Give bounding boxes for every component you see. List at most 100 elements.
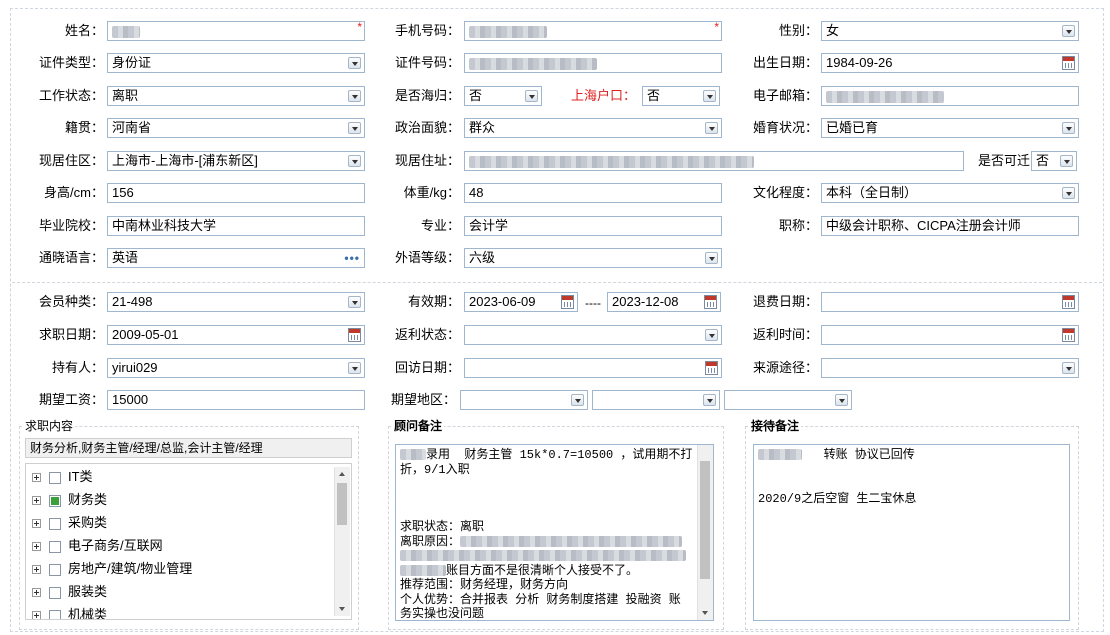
tree-node[interactable]: 机械类 — [32, 605, 107, 619]
redacted-text — [112, 25, 140, 38]
returnee-select[interactable]: 否 — [464, 86, 542, 106]
checkbox[interactable] — [49, 494, 61, 507]
expand-icon[interactable] — [32, 519, 41, 529]
workstatus-select[interactable]: 离职 — [107, 86, 365, 106]
chevron-down-icon[interactable] — [703, 394, 716, 406]
chevron-down-icon[interactable] — [348, 122, 361, 134]
reception-notes-textarea[interactable]: 转账 协议已回传 2020/9之后空窗 生二宝休息 — [753, 444, 1070, 621]
chevron-down-icon[interactable] — [703, 90, 716, 102]
region-province-select[interactable] — [460, 390, 588, 410]
weight-input[interactable]: 48 — [464, 183, 722, 203]
tree-node[interactable]: 服装类 — [32, 582, 107, 602]
scroll-up-icon[interactable] — [335, 467, 350, 481]
validity-from-input[interactable]: 2023-06-09 — [464, 292, 578, 312]
calendar-icon[interactable] — [561, 295, 574, 309]
checkbox[interactable] — [49, 563, 61, 576]
validity-to-input[interactable]: 2023-12-08 — [607, 292, 721, 312]
expand-icon[interactable] — [32, 588, 41, 598]
tree-node[interactable]: IT类 — [32, 467, 93, 487]
rebatetime-input[interactable] — [821, 325, 1079, 345]
expand-icon[interactable] — [32, 611, 41, 619]
checkbox[interactable] — [49, 586, 61, 599]
scroll-down-icon[interactable] — [335, 602, 350, 616]
chevron-down-icon[interactable] — [1062, 122, 1075, 134]
height-input[interactable]: 156 — [107, 183, 365, 203]
job-category-tree[interactable]: IT类 财务类 采购类 电子商务/互联网 房地产/建筑/物业管理 服装类 机械类 — [25, 463, 352, 620]
idno-input[interactable] — [464, 53, 722, 73]
chevron-down-icon[interactable] — [348, 296, 361, 308]
chevron-down-icon[interactable] — [348, 362, 361, 374]
calendar-icon[interactable] — [1062, 295, 1075, 309]
scroll-thumb[interactable] — [337, 483, 347, 525]
district-select[interactable]: 上海市-上海市-[浦东新区] — [107, 151, 365, 171]
calendar-icon[interactable] — [705, 361, 718, 375]
scroll-down-icon[interactable] — [698, 606, 713, 620]
gender-select[interactable]: 女 — [821, 21, 1079, 41]
scroll-thumb[interactable] — [700, 461, 710, 579]
calendar-icon[interactable] — [348, 328, 361, 342]
tree-node[interactable]: 电子商务/互联网 — [32, 536, 163, 556]
source-select[interactable] — [821, 358, 1079, 378]
region-district-select[interactable] — [724, 390, 852, 410]
expand-icon[interactable] — [32, 542, 41, 552]
chevron-down-icon[interactable] — [1060, 155, 1073, 167]
address-input[interactable] — [464, 151, 964, 171]
checkbox[interactable] — [49, 471, 61, 484]
checkbox[interactable] — [49, 540, 61, 553]
section-divider — [12, 282, 1102, 283]
calendar-icon[interactable] — [1062, 328, 1075, 342]
checkbox[interactable] — [49, 609, 61, 619]
salary-input[interactable]: 15000 — [107, 390, 365, 410]
birth-date-input[interactable]: 1984-09-26 — [821, 53, 1079, 73]
education-value: 本科（全日制） — [826, 185, 918, 200]
checkbox[interactable] — [49, 517, 61, 530]
major-input[interactable]: 会计学 — [464, 216, 722, 236]
chevron-down-icon[interactable] — [835, 394, 848, 406]
chevron-down-icon[interactable] — [1062, 187, 1075, 199]
language-input[interactable]: 英语 ••• — [107, 248, 365, 268]
chevron-down-icon[interactable] — [525, 90, 538, 102]
idtype-select[interactable]: 身份证 — [107, 53, 365, 73]
name-input[interactable]: * — [107, 21, 365, 41]
calendar-icon[interactable] — [1062, 56, 1075, 70]
more-icon[interactable]: ••• — [344, 252, 360, 264]
tree-scrollbar[interactable] — [334, 467, 350, 616]
chevron-down-icon[interactable] — [348, 155, 361, 167]
chevron-down-icon[interactable] — [571, 394, 584, 406]
chevron-down-icon[interactable] — [348, 57, 361, 69]
chevron-down-icon[interactable] — [1062, 25, 1075, 37]
native-select[interactable]: 河南省 — [107, 118, 365, 138]
notes-scrollbar[interactable] — [697, 445, 713, 620]
refunddate-input[interactable] — [821, 292, 1079, 312]
relocate-select[interactable]: 否 — [1031, 151, 1077, 171]
title-input[interactable]: 中级会计职称、CICPA注册会计师 — [821, 216, 1079, 236]
shhukou-select[interactable]: 否 — [642, 86, 720, 106]
holder-select[interactable]: yirui029 — [107, 358, 365, 378]
tree-node[interactable]: 采购类 — [32, 513, 107, 533]
jobdate-input[interactable]: 2009-05-01 — [107, 325, 365, 345]
revisit-date-input[interactable] — [464, 358, 722, 378]
region-city-select[interactable] — [592, 390, 720, 410]
consultant-notes-textarea[interactable]: 录用 财务主管 15k*0.7=10500 ，试用期不打折，9/1入职 求职状态：… — [395, 444, 714, 621]
marital-select[interactable]: 已婚已育 — [821, 118, 1079, 138]
chevron-down-icon[interactable] — [705, 252, 718, 264]
calendar-icon[interactable] — [704, 295, 717, 309]
expand-icon[interactable] — [32, 565, 41, 575]
school-input[interactable]: 中南林业科技大学 — [107, 216, 365, 236]
political-select[interactable]: 群众 — [464, 118, 722, 138]
foreignlevel-select[interactable]: 六级 — [464, 248, 722, 268]
tree-node[interactable]: 房地产/建筑/物业管理 — [32, 559, 192, 579]
chevron-down-icon[interactable] — [348, 90, 361, 102]
education-select[interactable]: 本科（全日制） — [821, 183, 1079, 203]
chevron-down-icon[interactable] — [705, 329, 718, 341]
chevron-down-icon[interactable] — [705, 122, 718, 134]
expand-icon[interactable] — [32, 473, 41, 483]
chevron-down-icon[interactable] — [1062, 362, 1075, 374]
membertype-select[interactable]: 21-498 — [107, 292, 365, 312]
marital-label: 婚育状况： — [752, 120, 818, 135]
email-input[interactable] — [821, 86, 1079, 106]
expand-icon[interactable] — [32, 496, 41, 506]
phone-input[interactable]: * — [464, 21, 722, 41]
rebatestatus-select[interactable] — [464, 325, 722, 345]
tree-node[interactable]: 财务类 — [32, 490, 107, 510]
